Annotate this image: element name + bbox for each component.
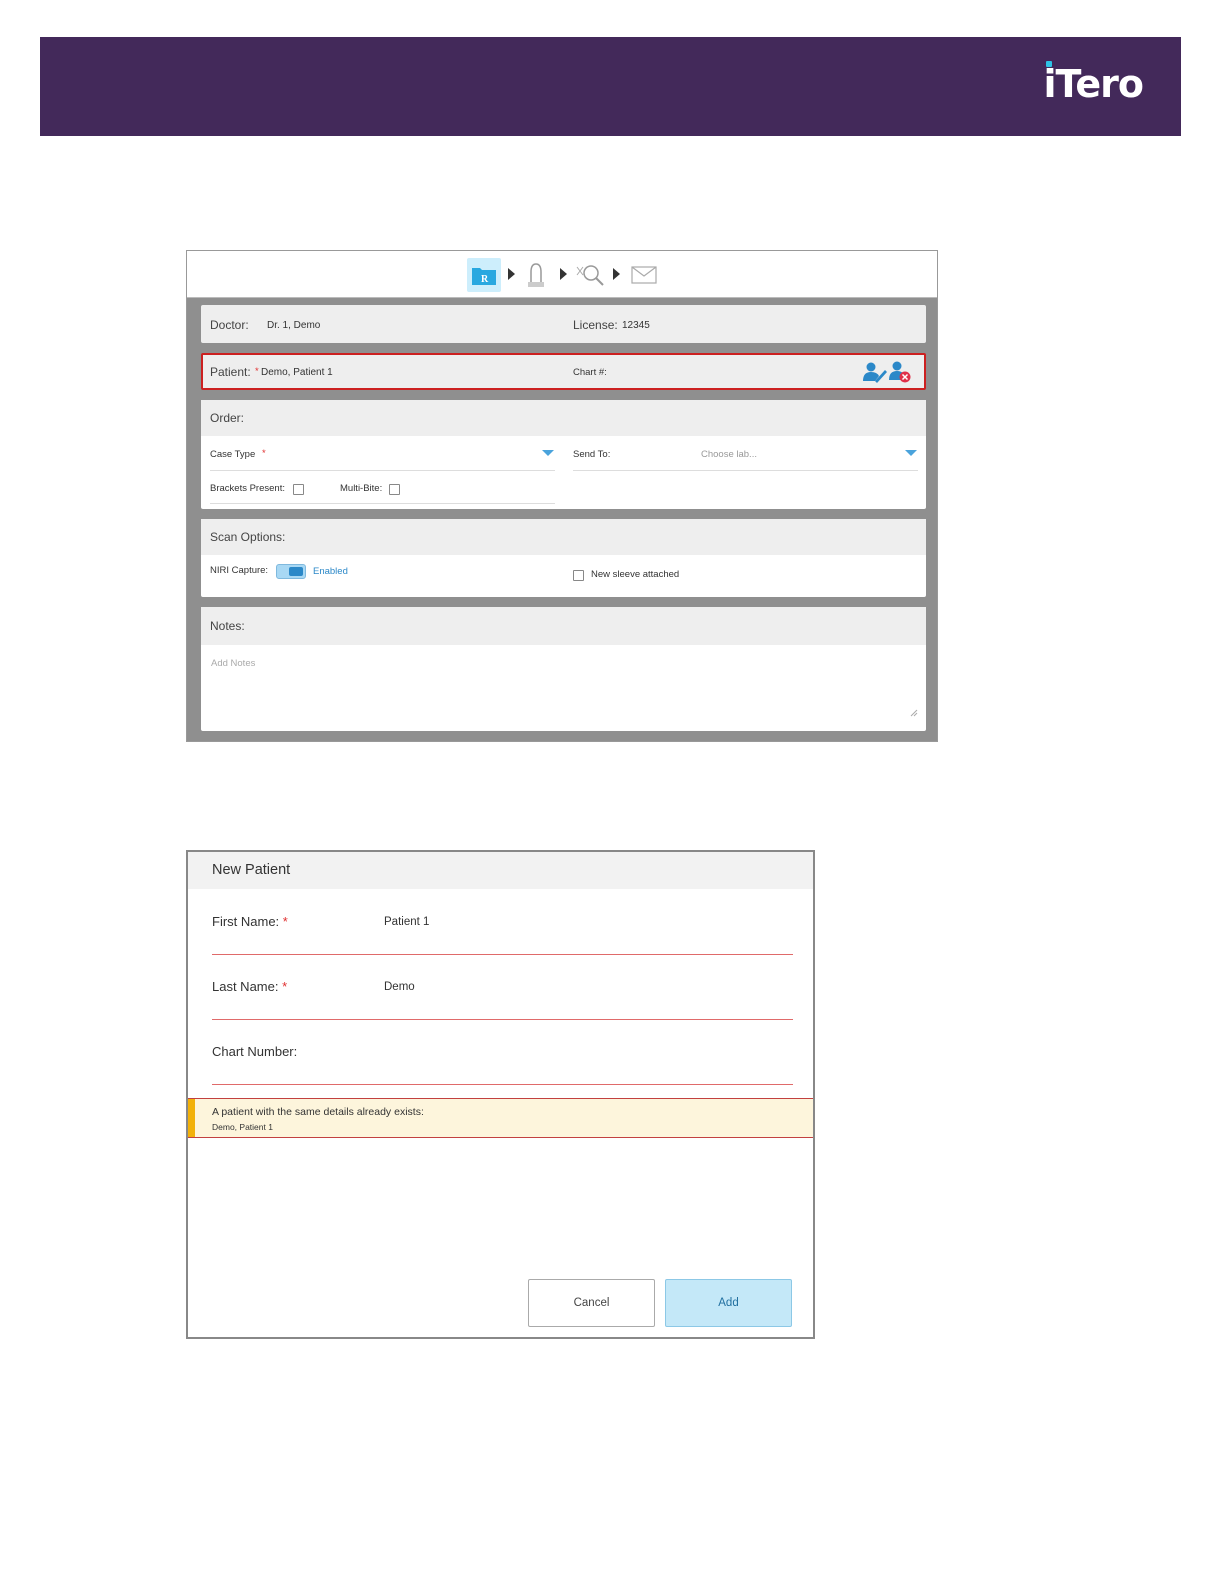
scan-tooth-icon (528, 263, 544, 287)
itero-logo: iTero (1043, 61, 1144, 106)
license-value: 12345 (622, 320, 650, 331)
niri-label: NIRI Capture: (210, 565, 269, 576)
send-to-label: Send To: (573, 449, 611, 460)
doctor-panel: Doctor: Dr. 1, Demo License: 12345 (201, 305, 926, 343)
niri-toggle-knob (289, 567, 303, 576)
step-send[interactable] (627, 258, 661, 292)
sleeve-label: New sleeve attached (591, 569, 680, 580)
case-type-chevron-down-icon[interactable] (542, 450, 554, 456)
last-name-label-text: Last Name: (212, 979, 279, 994)
resize-handle-icon[interactable] (910, 709, 918, 717)
step-arrow-icon (560, 268, 567, 280)
patient-value: Demo, Patient 1 (261, 367, 333, 378)
sleeve-checkbox[interactable] (573, 570, 584, 581)
chart-number-field[interactable] (212, 1084, 793, 1085)
scan-options-panel: Scan Options: NIRI Capture: Enabled New … (201, 519, 926, 597)
brackets-underline (210, 503, 555, 504)
notes-input[interactable]: Add Notes (211, 658, 255, 669)
send-to-underline (573, 470, 918, 471)
warning-accent-bar (188, 1099, 195, 1137)
patient-label: Patient: (210, 365, 251, 379)
niri-toggle[interactable] (276, 564, 306, 579)
doctor-value: Dr. 1, Demo (267, 320, 321, 331)
niri-state: Enabled (313, 566, 348, 577)
send-to-select[interactable]: Choose lab... (701, 449, 757, 460)
step-arrow-icon (613, 268, 620, 280)
multibite-label: Multi-Bite: (340, 483, 383, 494)
order-panel: Order: Case Type * Send To: Choose lab..… (201, 400, 926, 509)
duplicate-patient-warning: A patient with the same details already … (188, 1098, 813, 1138)
view-search-icon (576, 265, 604, 286)
case-type-required-mark: * (262, 448, 266, 459)
last-name-field[interactable]: Demo (384, 981, 415, 993)
notes-title: Notes: (201, 607, 926, 645)
rx-folder-icon: R (472, 268, 496, 285)
first-name-label-text: First Name: (212, 914, 280, 929)
workflow-toolbar: R (187, 251, 937, 298)
order-title: Order: (201, 400, 926, 436)
edit-patient-icon[interactable] (863, 361, 887, 383)
first-name-field[interactable]: Patient 1 (384, 916, 429, 928)
step-rx[interactable]: R (467, 258, 501, 292)
remove-patient-icon[interactable] (888, 360, 912, 384)
new-scan-screenshot: R Doctor: Dr. 1, Demo License: 12345 Pat… (186, 250, 938, 742)
warning-title: A patient with the same details already … (212, 1106, 424, 1118)
patient-panel[interactable]: Patient: * Demo, Patient 1 Chart #: (201, 353, 926, 390)
last-name-required-mark: * (282, 979, 288, 994)
case-type-label: Case Type (210, 449, 256, 460)
case-type-dropdown[interactable] (210, 470, 555, 471)
brackets-label: Brackets Present: (210, 483, 285, 494)
dialog-title: New Patient (188, 852, 813, 889)
notes-panel: Notes: Add Notes (201, 607, 926, 731)
scan-options-title: Scan Options: (201, 519, 926, 555)
license-label: License: (573, 318, 618, 332)
new-patient-dialog: New Patient First Name: * Patient 1 Last… (186, 850, 815, 1339)
first-name-required-mark: * (282, 914, 288, 929)
patient-required-mark: * (255, 366, 259, 377)
chart-label: Chart #: (573, 367, 607, 378)
multibite-checkbox[interactable] (389, 484, 400, 495)
warning-detail[interactable]: Demo, Patient 1 (212, 1122, 273, 1132)
chart-number-label: Chart Number: (212, 1044, 298, 1059)
step-scan[interactable] (519, 258, 553, 292)
add-button[interactable]: Add (665, 1279, 792, 1327)
last-name-underline (212, 1019, 793, 1020)
send-to-chevron-down-icon[interactable] (905, 450, 917, 456)
send-envelope-icon (631, 266, 657, 284)
logo-accent-dot (1046, 61, 1053, 67)
doctor-label: Doctor: (210, 318, 249, 332)
first-name-label: First Name: * (212, 914, 288, 929)
brackets-checkbox[interactable] (293, 484, 304, 495)
cancel-button[interactable]: Cancel (528, 1279, 655, 1327)
svg-text:R: R (481, 274, 489, 285)
first-name-underline (212, 954, 793, 955)
step-arrow-icon (508, 268, 515, 280)
last-name-label: Last Name: * (212, 979, 287, 994)
header-banner: iTero (40, 37, 1181, 136)
logo-text: iTero (1043, 62, 1144, 106)
step-view[interactable] (573, 258, 607, 292)
